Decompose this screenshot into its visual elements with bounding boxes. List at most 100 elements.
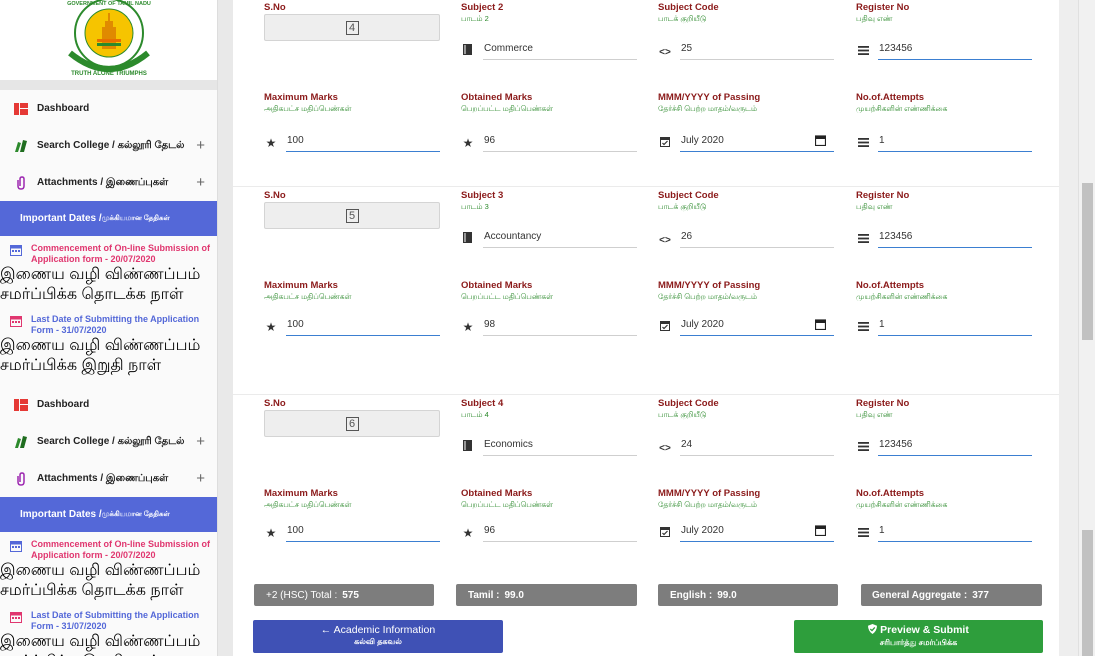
passing-date-field-input[interactable]: July 2020 <box>680 520 834 542</box>
subject-name-field-input[interactable]: Commerce <box>483 38 637 60</box>
passing-date-field-input[interactable]: July 2020 <box>680 130 834 152</box>
expand-plus-icon[interactable]: + <box>196 137 205 154</box>
subject-name-field-value: Commerce <box>484 42 533 54</box>
list-icon <box>856 234 870 248</box>
serial-number-icon: 6 <box>345 416 359 431</box>
register-no-field[interactable]: 123456 <box>856 38 1032 60</box>
date-item: Last Date of Submitting the Application … <box>0 307 217 376</box>
academic-information-button[interactable]: ← Academic Information கல்வி தகவல் <box>253 620 503 653</box>
passing-date-field-value: July 2020 <box>681 134 724 146</box>
max-marks-field[interactable]: ★ 100 <box>264 130 440 152</box>
register-no-field[interactable]: 123456 <box>856 226 1032 248</box>
serial-number-icon: 4 <box>345 20 359 35</box>
passing-date-field-input[interactable]: July 2020 <box>680 314 834 336</box>
subject-label-en: Subject 2 <box>461 2 504 13</box>
attempts-field[interactable]: 1 <box>856 130 1032 152</box>
subject-block: S.No Subject 3 பாடம் 3 Subject Code பாடக் கு… <box>264 190 1044 370</box>
max-marks-field-input[interactable]: 100 <box>286 520 440 542</box>
sidebar-item-label: Dashboard <box>37 399 90 410</box>
subject-code-field-value: 24 <box>681 438 693 450</box>
calendar-check-icon <box>658 137 672 152</box>
subject-code-label-ta: பாடக் குறியீடு <box>658 202 707 211</box>
sidebar-item-attachments[interactable]: Attachments / இணைப்புகள் + <box>0 460 217 497</box>
max-marks-label-ta: அதிகபட்ச மதிப்பெண்கள் <box>264 292 352 301</box>
subject-code-field-value: 25 <box>681 42 693 54</box>
register-label-ta: பதிவு எண் <box>856 410 893 419</box>
list-icon <box>856 46 870 60</box>
important-dates-header: Important Dates / முக்கியமான தேதிகள் <box>0 201 217 236</box>
sidebar-item-search-college[interactable]: Search College / கல்லூரி தேடல் + <box>0 127 217 164</box>
calendar-check-icon <box>658 321 672 336</box>
max-marks-field-input[interactable]: 100 <box>286 130 440 152</box>
register-no-field-input[interactable]: 123456 <box>878 38 1032 60</box>
sidebar-item-dashboard[interactable]: Dashboard <box>0 386 217 423</box>
subject-name-field[interactable]: Commerce <box>461 38 637 60</box>
obtained-marks-field-input[interactable]: 98 <box>483 314 637 336</box>
serial-number-icon: 5 <box>345 208 359 223</box>
attempts-field-input[interactable]: 1 <box>878 130 1032 152</box>
attempts-field[interactable]: 1 <box>856 520 1032 542</box>
obtained-marks-field[interactable]: ★ 98 <box>461 314 637 336</box>
date-item: Commencement of On-line Submission of Ap… <box>0 532 217 601</box>
sidebar-block-2: Dashboard Search College / கல்லூரி தேடல்… <box>0 386 217 656</box>
subject-code-field-input[interactable]: 25 <box>680 38 834 60</box>
max-marks-field-input[interactable]: 100 <box>286 314 440 336</box>
total-value: 377 <box>972 589 989 601</box>
obtained-marks-field-input[interactable]: 96 <box>483 130 637 152</box>
tamil-nadu-emblem-logo: TRUTH ALONE TRIUMPHS GOVERNMENT OF TAMIL… <box>67 0 150 77</box>
preview-submit-button[interactable]: Preview & Submit சரிபார்த்து சமர்ப்பிக்க <box>794 620 1043 653</box>
scrollbar[interactable] <box>1078 0 1095 656</box>
subject-code-field[interactable]: <> 26 <box>658 226 834 248</box>
subject-label: Subject 2 பாடம் 2 <box>461 2 637 23</box>
expand-plus-icon[interactable]: + <box>196 174 205 191</box>
expand-plus-icon[interactable]: + <box>196 470 205 487</box>
dashboard-icon <box>14 398 28 411</box>
passing-date-field[interactable]: July 2020 <box>658 520 834 542</box>
subject-name-field-input[interactable]: Accountancy <box>483 226 637 248</box>
subject-code-field-input[interactable]: 24 <box>680 434 834 456</box>
obtained-marks-field-input[interactable]: 96 <box>483 520 637 542</box>
passing-label-en: MMM/YYYY of Passing <box>658 280 761 291</box>
attempts-label-en: No.of.Attempts <box>856 92 925 103</box>
passing-date-field[interactable]: July 2020 <box>658 130 834 152</box>
max-marks-field[interactable]: ★ 100 <box>264 314 440 336</box>
attempts-label-ta: முயற்சிகளின் எண்ணிக்கை <box>856 104 948 113</box>
attempts-field-input[interactable]: 1 <box>878 314 1032 336</box>
subject-name-field-input[interactable]: Economics <box>483 434 637 456</box>
passing-date-field[interactable]: July 2020 <box>658 314 834 336</box>
obtained-marks-field[interactable]: ★ 96 <box>461 520 637 542</box>
obtained-marks-field[interactable]: ★ 96 <box>461 130 637 152</box>
sno-box: 5 <box>264 202 440 229</box>
star-icon: ★ <box>265 136 277 150</box>
sidebar-item-search-college[interactable]: Search College / கல்லூரி தேடல் + <box>0 423 217 460</box>
expand-plus-icon[interactable]: + <box>196 433 205 450</box>
total-label: +2 (HSC) Total : <box>266 589 338 601</box>
max-marks-field[interactable]: ★ 100 <box>264 520 440 542</box>
subject-code-label-ta: பாடக் குறியீடு <box>658 14 707 23</box>
subject-name-field[interactable]: Accountancy <box>461 226 637 248</box>
date-picker-icon[interactable] <box>815 319 826 330</box>
date-text: Last Date of Submitting the Application … <box>31 610 200 631</box>
subject-code-field[interactable]: <> 24 <box>658 434 834 456</box>
scrollbar-thumb[interactable] <box>1082 183 1093 340</box>
subject-label-ta: பாடம் 2 <box>461 14 489 23</box>
register-no-field[interactable]: 123456 <box>856 434 1032 456</box>
register-no-field-input[interactable]: 123456 <box>878 226 1032 248</box>
attempts-field-input[interactable]: 1 <box>878 520 1032 542</box>
total-label: English : <box>670 589 713 601</box>
register-no-field-input[interactable]: 123456 <box>878 434 1032 456</box>
subject-name-field[interactable]: Economics <box>461 434 637 456</box>
sidebar-item-attachments[interactable]: Attachments / இணைப்புகள் + <box>0 164 217 201</box>
attempts-field[interactable]: 1 <box>856 314 1032 336</box>
date-item: Last Date of Submitting the Application … <box>0 603 217 656</box>
subject-code-field[interactable]: <> 25 <box>658 38 834 60</box>
sno-label-en: S.No <box>264 2 286 13</box>
register-no-field-value: 123456 <box>879 230 913 242</box>
sidebar-item-dashboard[interactable]: Dashboard <box>0 90 217 127</box>
scrollbar-thumb[interactable] <box>1082 530 1093 656</box>
star-icon: ★ <box>462 526 474 540</box>
date-picker-icon[interactable] <box>815 135 826 146</box>
subject-code-field-input[interactable]: 26 <box>680 226 834 248</box>
date-picker-icon[interactable] <box>815 525 826 536</box>
passing-label: MMM/YYYY of Passing தேர்ச்சி பெற்ற மாதம்/… <box>658 92 834 113</box>
